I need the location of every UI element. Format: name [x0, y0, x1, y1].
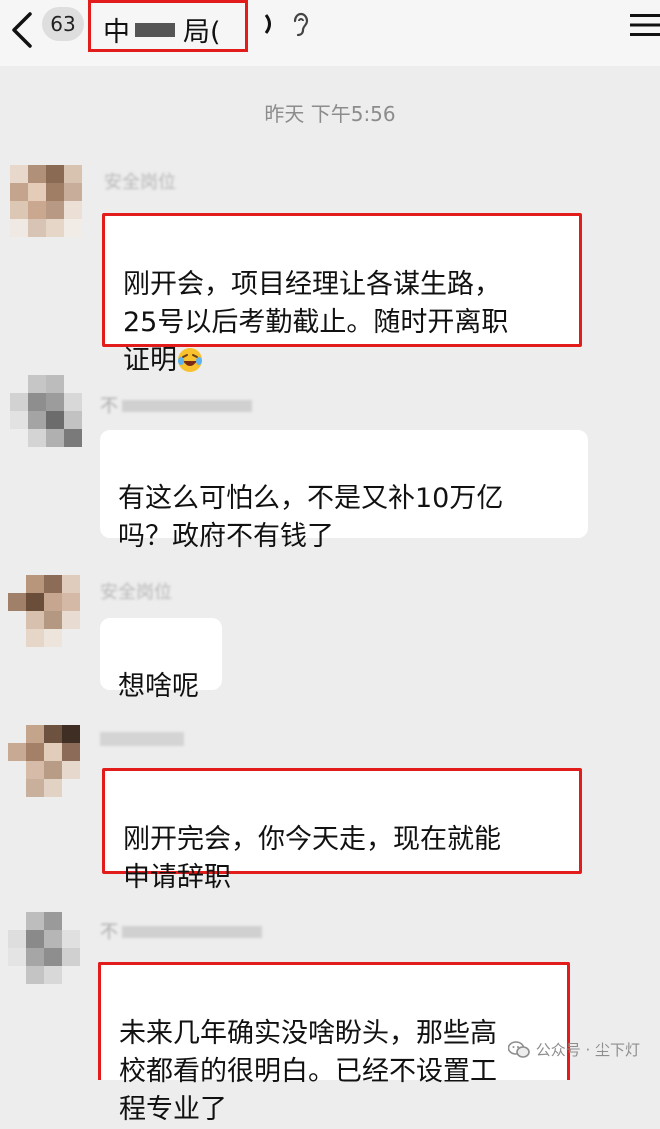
message-bubble[interactable]: 想啥呢: [100, 618, 222, 702]
message-text: 刚开完会，你今天走，现在就能 申请辞职: [123, 824, 501, 893]
message-bubble[interactable]: 未来几年确实没啥盼头，那些高 校都看的很明白。已经不设置工 程专业了: [98, 962, 570, 1125]
chat-title-end: 局(: [183, 17, 221, 48]
avatar[interactable]: [8, 575, 80, 647]
avatar[interactable]: [8, 912, 80, 984]
avatar[interactable]: [10, 165, 82, 237]
hamburger-menu-icon[interactable]: [630, 12, 660, 38]
message-text: 有这么可怕么，不是又补10万亿 吗？政府不有钱了: [118, 483, 504, 552]
chat-header: 63 中 局(: [0, 0, 660, 66]
message-timestamp: 昨天 下午5:56: [264, 102, 396, 126]
message-text: 未来几年确实没啥盼头，那些高 校都看的很明白。已经不设置工 程专业了: [119, 1018, 497, 1125]
ear-icon[interactable]: [290, 10, 312, 38]
sender-name: 不: [100, 918, 262, 943]
sender-name: 安全岗位: [104, 172, 176, 193]
message-bubble[interactable]: 刚开完会，你今天走，现在就能 申请辞职: [102, 768, 582, 893]
avatar[interactable]: [8, 725, 80, 797]
message-bubble[interactable]: 刚开会，项目经理让各谋生路， 25号以后考勤截止。随时开离职 证明: [102, 213, 582, 376]
title-redaction: [135, 23, 175, 37]
sender-name: 安全岗位: [100, 582, 172, 603]
sender-name: 不: [100, 392, 252, 417]
sender-name: [100, 730, 184, 748]
chevron-left-icon[interactable]: [8, 10, 36, 50]
bracket-icon: [264, 14, 271, 34]
watermark: 公众号 · 尘下灯: [507, 1039, 640, 1060]
chat-title-start: 中: [103, 17, 130, 48]
message-text: 想啥呢: [118, 671, 199, 702]
watermark-text: 公众号 · 尘下灯: [535, 1041, 640, 1059]
chat-title[interactable]: 中 局(: [88, 0, 248, 52]
wechat-icon: [507, 1040, 530, 1058]
message-bubble[interactable]: 有这么可怕么，不是又补10万亿 吗？政府不有钱了: [100, 430, 588, 552]
avatar[interactable]: [10, 375, 82, 447]
laughing-crying-emoji: [178, 348, 202, 372]
unread-count-badge[interactable]: 63: [42, 7, 84, 41]
